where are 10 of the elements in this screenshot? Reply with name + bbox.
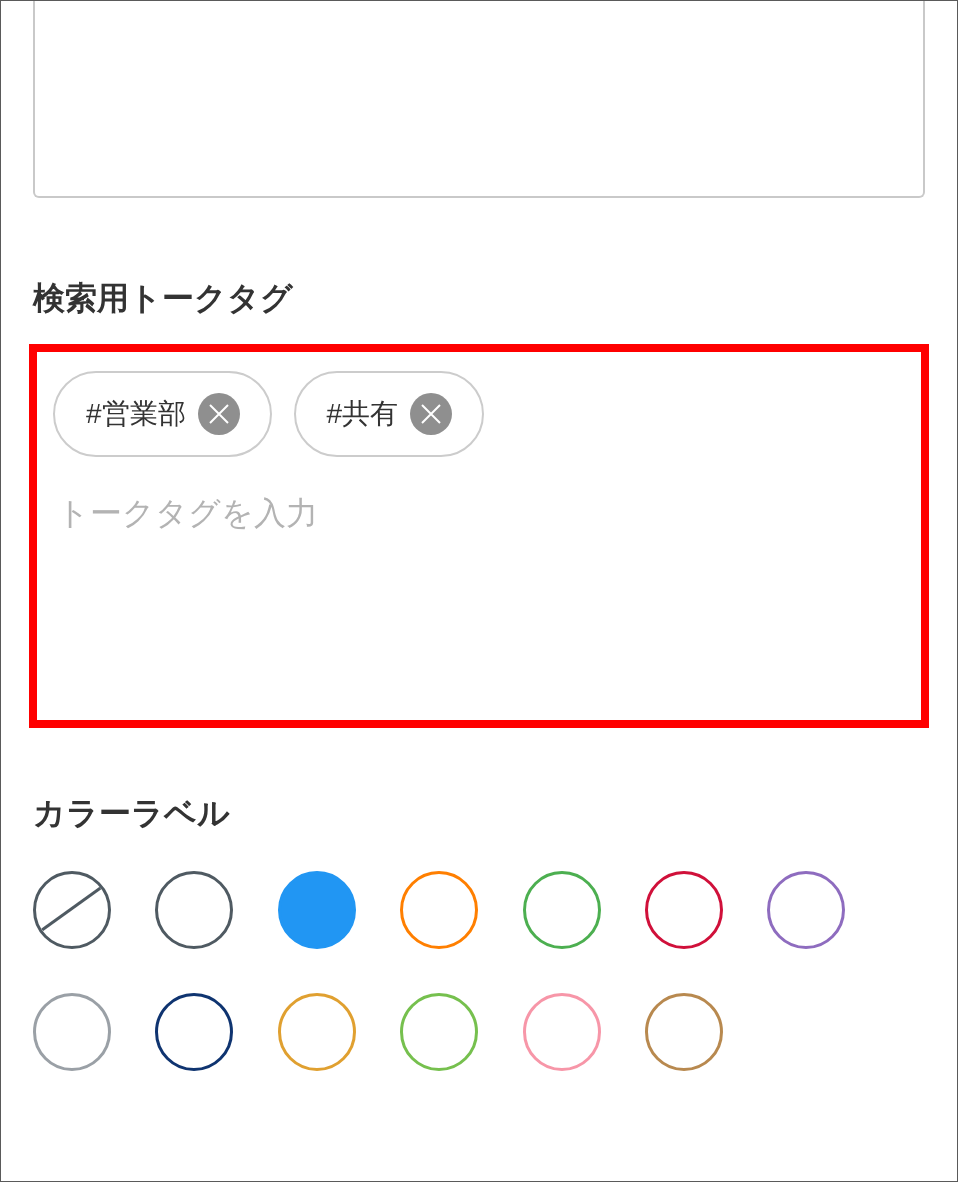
close-icon — [208, 404, 229, 424]
tag-label: #営業部 — [86, 397, 186, 431]
tag-input-field[interactable]: トークタグを入力 — [53, 491, 905, 535]
remove-tag-button[interactable] — [197, 393, 240, 435]
close-icon — [421, 404, 442, 424]
remove-tag-button[interactable] — [410, 393, 453, 435]
section-heading: カラーラベル — [33, 794, 230, 833]
text-area-field[interactable] — [33, 1, 925, 198]
tag-label: #共有 — [326, 397, 399, 431]
section-heading: 検索用トークタグ — [33, 279, 293, 318]
